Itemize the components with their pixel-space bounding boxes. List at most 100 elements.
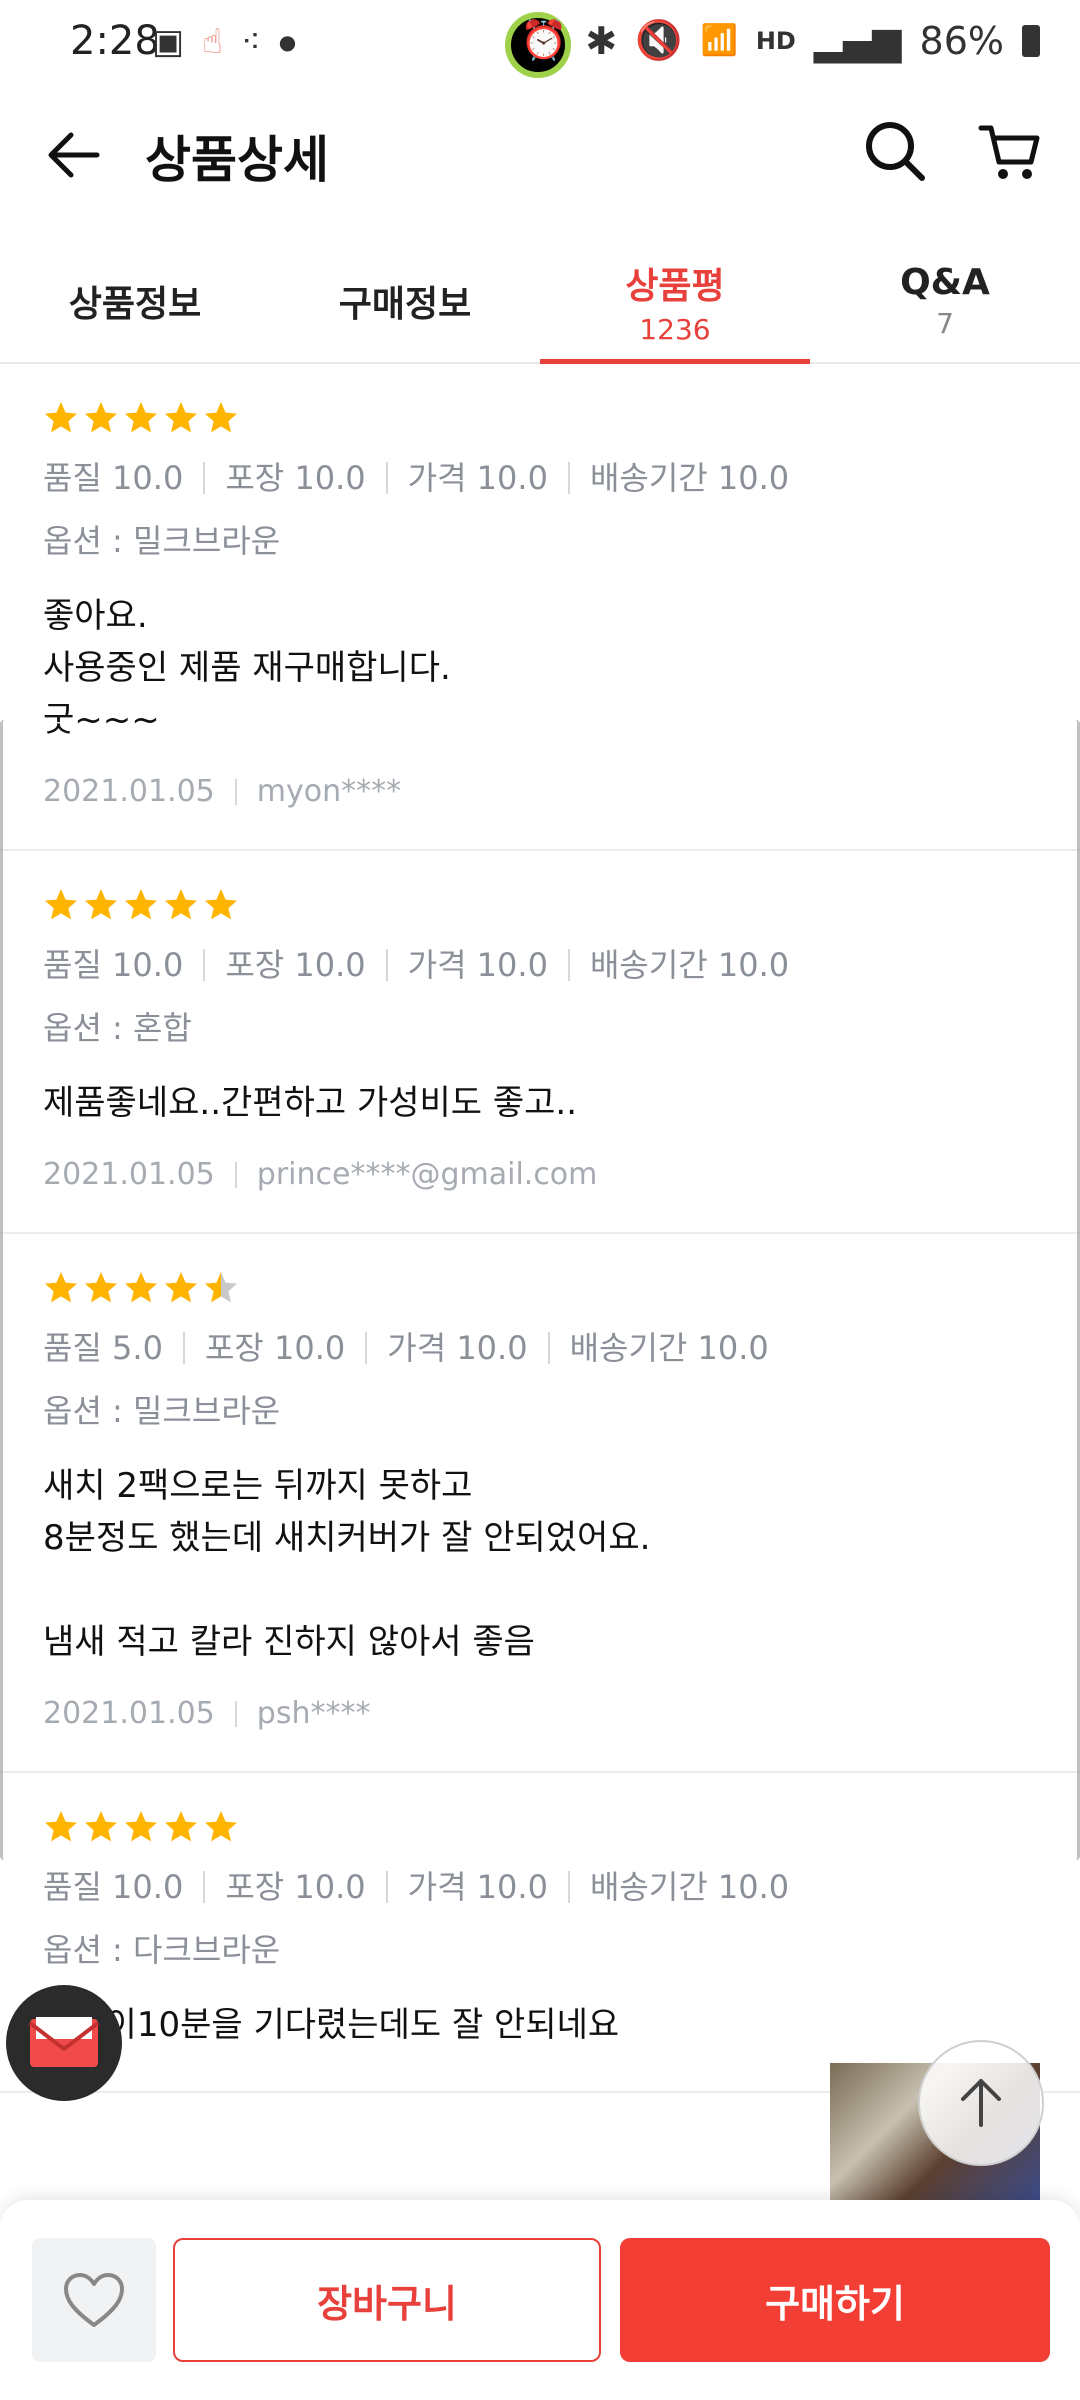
- back-arrow-icon: [48, 132, 100, 178]
- star-icon: [83, 1809, 119, 1849]
- alarm-icon: ⏰: [519, 18, 568, 62]
- star-icon: [123, 1809, 159, 1849]
- star-icon: [43, 1809, 79, 1849]
- score-breakdown: 품질 10.0 포장 10.0 가격 10.0 배송기간 10.0: [43, 462, 1037, 494]
- review-item[interactable]: 품질 10.0 포장 10.0 가격 10.0 배송기간 10.0 옵션 : 다크브라운…: [0, 1773, 1080, 2093]
- bluetooth-icon: ✱: [585, 18, 618, 63]
- star-icon: [203, 887, 239, 927]
- review-date: 2021.01.05: [43, 776, 237, 806]
- star-rating: [43, 400, 1037, 440]
- star-rating: [43, 1270, 1037, 1310]
- app-bar: 상품상세: [0, 90, 1080, 220]
- star-icon: [163, 887, 199, 927]
- review-user: myon****: [256, 774, 402, 809]
- wifi-icon: 📶: [700, 23, 738, 58]
- battery-text: 86%: [919, 18, 1004, 63]
- review-text: 좋아요. 사용중인 제품 재구매합니다. 굿~~~: [43, 596, 451, 740]
- back-button[interactable]: [38, 120, 108, 190]
- review-user: psh****: [256, 1696, 371, 1731]
- score-item: 배송기간 10.0: [589, 459, 790, 497]
- score-item: 품질 10.0: [43, 462, 206, 494]
- score-item: 가격 10.0: [408, 1871, 570, 1903]
- review-meta: 2021.01.05 myon****: [43, 774, 1037, 809]
- tab-product-info[interactable]: 상품정보: [0, 240, 270, 362]
- scroll-edge-indicator: [1071, 720, 1080, 1860]
- review-user: prince****@gmail.com: [256, 1157, 598, 1192]
- review-meta: 2021.01.05 psh****: [43, 1696, 1037, 1731]
- review-date: 2021.01.05: [43, 1698, 237, 1728]
- notification-dots-icon: ⁖: [240, 22, 261, 62]
- tab-label: 상품정보: [68, 284, 202, 325]
- review-item[interactable]: 품질 5.0 포장 10.0 가격 10.0 배송기간 10.0 옵션 : 밀크브라운새…: [0, 1234, 1080, 1773]
- score-item: 품질 10.0: [43, 1871, 206, 1903]
- star-icon: [203, 400, 239, 440]
- tab-label: 구매정보: [338, 284, 472, 325]
- tab-purchase-info[interactable]: 구매정보: [270, 240, 540, 362]
- notification-app-icon: ▣: [152, 22, 185, 62]
- star-icon: [43, 887, 79, 927]
- battery-icon: [1022, 24, 1040, 57]
- star-icon: [123, 400, 159, 440]
- review-date: 2021.01.05: [43, 1159, 237, 1189]
- wishlist-button[interactable]: [32, 2238, 156, 2362]
- buy-now-button[interactable]: 구매하기: [620, 2238, 1050, 2362]
- review-text: 제품좋네요..간편하고 가성비도 좋고..: [43, 1083, 578, 1123]
- scroll-edge-indicator: [0, 720, 9, 1860]
- score-item: 품질 5.0: [43, 1332, 185, 1364]
- status-system-icons: ⏰ ✱ 🔇 📶 HD ▂▄▆ 86%: [520, 18, 1040, 63]
- cart-button[interactable]: [975, 116, 1045, 186]
- review-option: 옵션 : 혼합: [43, 1009, 192, 1047]
- star-icon: [83, 1270, 119, 1310]
- hd-voice-label: HD: [755, 26, 796, 55]
- star-icon: [163, 400, 199, 440]
- star-icon: [83, 400, 119, 440]
- envelope-icon: [28, 2017, 100, 2067]
- review-item[interactable]: 품질 10.0 포장 10.0 가격 10.0 배송기간 10.0 옵션 : 밀크브라운…: [0, 364, 1080, 851]
- status-notification-icons: ▣ ☝ ⁖ ●: [152, 22, 296, 62]
- star-icon: [203, 1270, 239, 1310]
- score-item: 포장 10.0: [225, 462, 388, 494]
- notification-more-icon: ●: [278, 30, 297, 54]
- review-text: 검색이10분을 기다렸는데도 잘 안되네요: [43, 2005, 620, 2045]
- score-breakdown: 품질 10.0 포장 10.0 가격 10.0 배송기간 10.0: [43, 949, 1037, 981]
- page-title: 상품상세: [145, 131, 329, 189]
- tab-qna[interactable]: Q&A 7: [810, 240, 1080, 362]
- score-item: 가격 10.0: [387, 1332, 550, 1364]
- review-list: 품질 10.0 포장 10.0 가격 10.0 배송기간 10.0 옵션 : 밀크브라운…: [0, 364, 1080, 2093]
- review-option: 옵션 : 밀크브라운: [43, 1392, 281, 1430]
- add-to-cart-button[interactable]: 장바구니: [173, 2238, 601, 2362]
- star-icon: [123, 1270, 159, 1310]
- score-item: 배송기간 10.0: [589, 946, 790, 984]
- score-item: 배송기간 10.0: [589, 1868, 790, 1906]
- star-icon: [203, 1809, 239, 1849]
- review-option: 옵션 : 다크브라운: [43, 1931, 281, 1969]
- score-item: 포장 10.0: [205, 1332, 368, 1364]
- notification-hand-icon: ☝: [202, 22, 223, 62]
- score-item: 포장 10.0: [225, 949, 388, 981]
- status-time: 2:28: [70, 18, 160, 64]
- message-fab[interactable]: [6, 1985, 122, 2101]
- score-item: 배송기간 10.0: [569, 1329, 769, 1367]
- search-button[interactable]: [860, 116, 930, 186]
- product-tabs: 상품정보 구매정보 상품평 1236 Q&A 7: [0, 240, 1080, 364]
- star-icon: [123, 887, 159, 927]
- review-text: 새치 2팩으로는 뒤까지 못하고 8분정도 했는데 새치커버가 잘 안되었어요.…: [43, 1466, 651, 1662]
- mute-icon: 🔇: [635, 18, 683, 62]
- star-rating: [43, 1809, 1037, 1849]
- score-breakdown: 품질 5.0 포장 10.0 가격 10.0 배송기간 10.0: [43, 1332, 1037, 1364]
- cart-icon: [978, 125, 1040, 179]
- tab-reviews[interactable]: 상품평 1236: [540, 240, 810, 364]
- score-item: 가격 10.0: [408, 462, 570, 494]
- tab-count: 1236: [639, 312, 711, 346]
- review-meta: 2021.01.05 prince****@gmail.com: [43, 1157, 1037, 1192]
- scroll-to-top-button[interactable]: [918, 2040, 1044, 2166]
- tab-count: 7: [936, 307, 954, 340]
- search-icon: [866, 122, 925, 181]
- score-item: 품질 10.0: [43, 949, 206, 981]
- tab-label: 상품평: [625, 265, 725, 307]
- signal-icon: ▂▄▆: [813, 18, 902, 63]
- review-item[interactable]: 품질 10.0 포장 10.0 가격 10.0 배송기간 10.0 옵션 : 혼합 제품좋…: [0, 851, 1080, 1234]
- score-item: 포장 10.0: [225, 1871, 388, 1903]
- star-icon: [43, 400, 79, 440]
- star-icon: [43, 1270, 79, 1310]
